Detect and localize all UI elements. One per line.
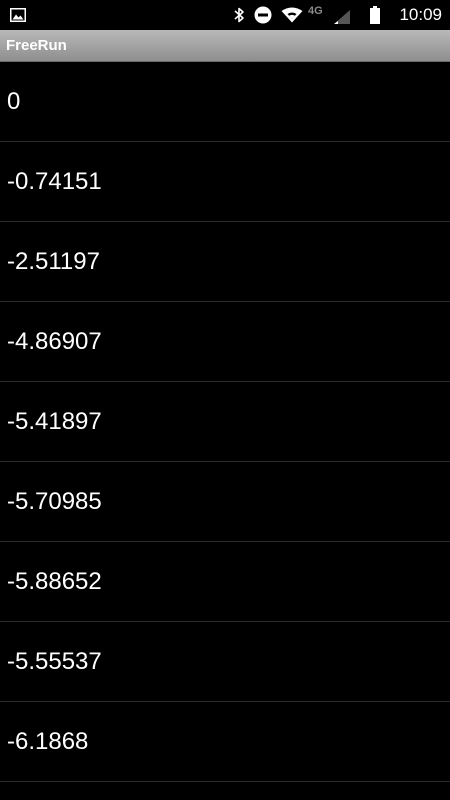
- list-item[interactable]: -5.55537: [0, 622, 450, 702]
- list-item-value: -5.55537: [7, 647, 102, 675]
- list-item-value: -0.74151: [7, 167, 102, 195]
- do-not-disturb-icon: [253, 0, 273, 30]
- list-item[interactable]: -0.74151: [0, 142, 450, 222]
- list-item[interactable]: -6.1868: [0, 702, 450, 782]
- list-item[interactable]: -4.86907: [0, 302, 450, 382]
- status-bar: 4G 10:09: [0, 0, 450, 30]
- list-item-value: -4.86907: [7, 327, 102, 355]
- cell-signal-icon: 4G: [308, 0, 352, 30]
- list-item-value: -6.1868: [7, 727, 89, 755]
- list-item-value: -5.41897: [7, 407, 102, 435]
- image-notification-icon: [8, 0, 28, 30]
- wifi-icon: [280, 0, 304, 30]
- app-title: FreeRun: [6, 37, 67, 54]
- value-list[interactable]: 0 -0.74151 -2.51197 -4.86907 -5.41897 -5…: [0, 62, 450, 782]
- list-item-value: -5.70985: [7, 487, 102, 515]
- list-item-value: -5.88652: [7, 567, 102, 595]
- bluetooth-icon: [230, 0, 248, 30]
- list-item[interactable]: 0: [0, 62, 450, 142]
- list-item[interactable]: -5.41897: [0, 382, 450, 462]
- network-type-label: 4G: [308, 5, 323, 17]
- list-item[interactable]: -5.88652: [0, 542, 450, 622]
- battery-icon: [368, 0, 382, 30]
- list-item[interactable]: -5.70985: [0, 462, 450, 542]
- clock-time: 10:09: [399, 5, 442, 24]
- list-item[interactable]: -2.51197: [0, 222, 450, 302]
- list-item-value: 0: [7, 87, 21, 115]
- list-item-value: -2.51197: [7, 247, 100, 275]
- app-title-bar: FreeRun: [0, 30, 450, 62]
